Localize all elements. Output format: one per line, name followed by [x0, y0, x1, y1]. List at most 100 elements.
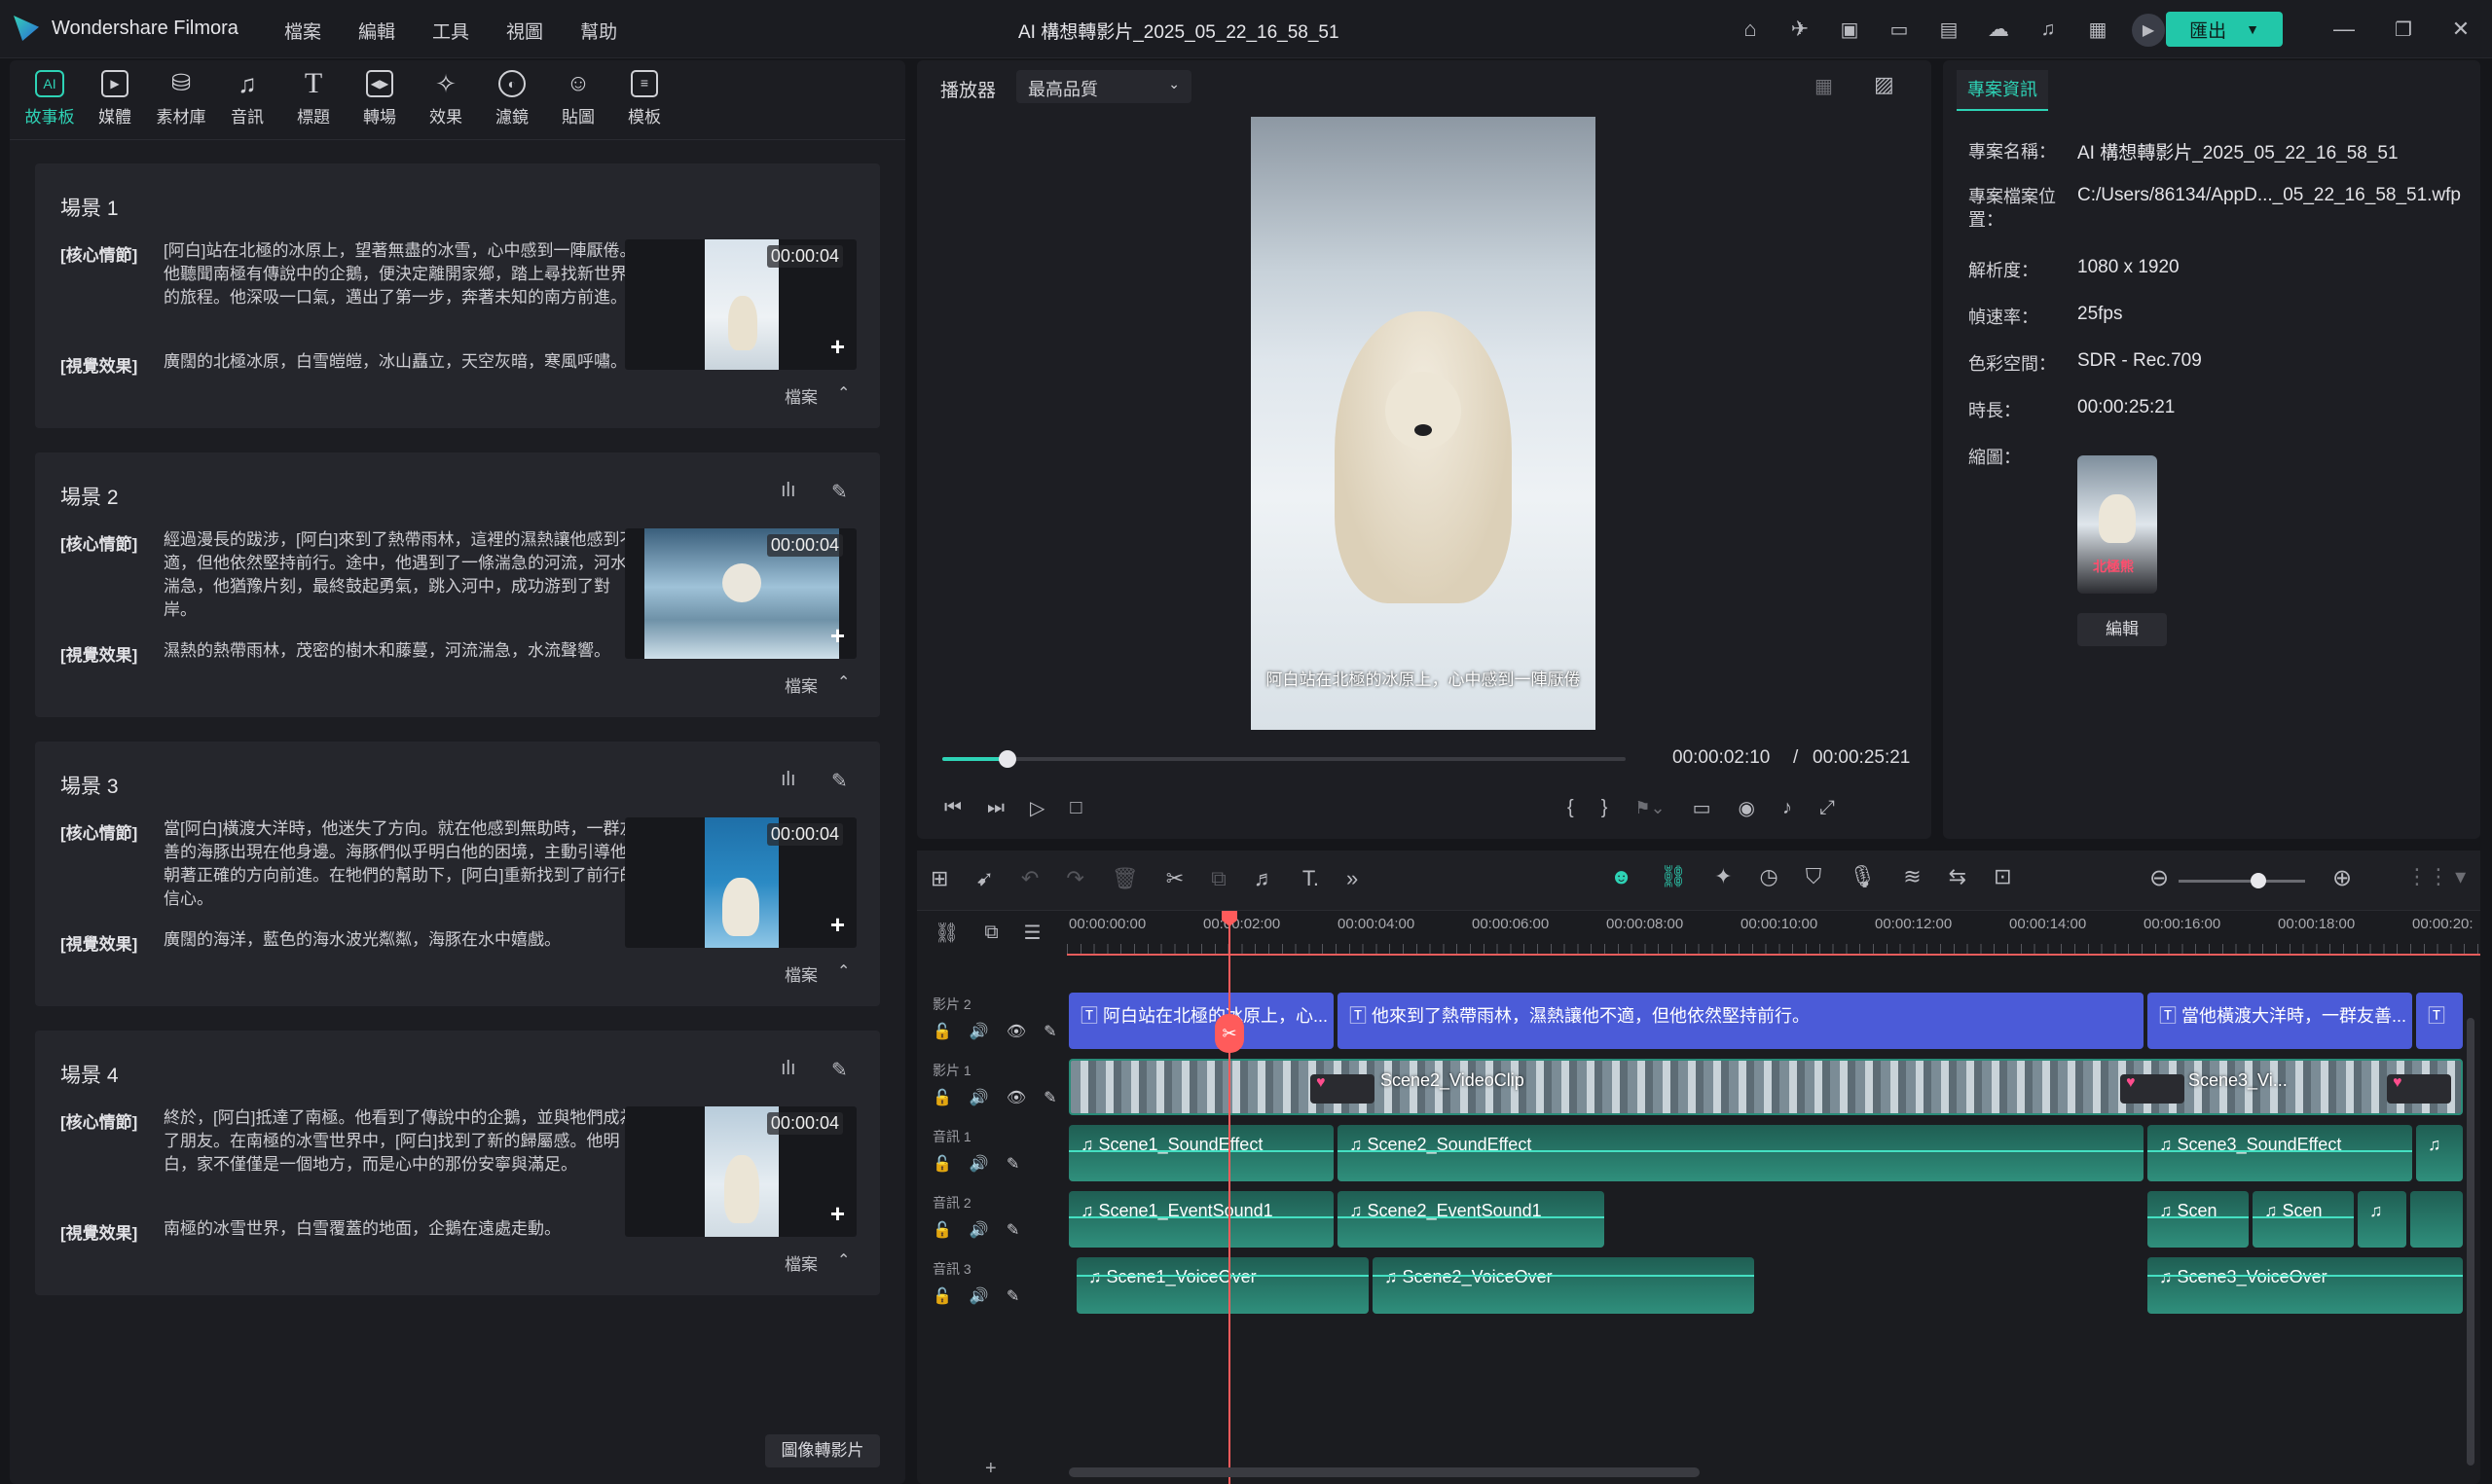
microphone-icon[interactable]: 🎙: [1849, 864, 1876, 889]
chevron-up-icon[interactable]: ⌃: [837, 383, 850, 403]
close-icon[interactable]: ✕: [2445, 14, 2476, 45]
tab-library[interactable]: ⛁ 素材庫: [148, 64, 214, 136]
audio-edit-icon[interactable]: ♬: [1254, 866, 1275, 891]
stop-icon[interactable]: □: [1070, 796, 1081, 820]
zoom-out-icon[interactable]: ⊖: [2149, 864, 2169, 892]
restore-icon[interactable]: ❐: [2388, 14, 2419, 45]
gift-icon[interactable]: ⌂: [1735, 14, 1766, 45]
menu-view[interactable]: 視圖: [506, 18, 543, 44]
speed-icon[interactable]: ◷: [1760, 864, 1778, 889]
visual-text[interactable]: 廣闊的海洋，藍色的海水波光粼粼，海豚在水中嬉戲。: [164, 928, 641, 952]
snapshot-icon[interactable]: ◉: [1739, 796, 1755, 820]
add-icon[interactable]: +: [830, 621, 845, 651]
menu-help[interactable]: 幫助: [580, 18, 617, 44]
playback-progress[interactable]: [942, 750, 1626, 768]
file-label[interactable]: 檔案: [785, 383, 818, 408]
project-thumbnail[interactable]: 北極熊: [2077, 455, 2157, 594]
edit-pencil-icon[interactable]: ✎: [831, 480, 848, 504]
tab-media[interactable]: ▶ 媒體: [82, 64, 148, 136]
marker-icon[interactable]: ⚑⌄: [1634, 796, 1665, 820]
tab-templates[interactable]: ≡ 模板: [611, 64, 678, 136]
waveform-icon[interactable]: ılı: [781, 1058, 796, 1080]
minimize-icon[interactable]: —: [2328, 14, 2360, 45]
delete-icon[interactable]: 🗑: [1112, 866, 1139, 891]
layout-options-icon[interactable]: ⋮⋮ ▾: [2406, 864, 2466, 889]
lock-icon[interactable]: 🔓: [933, 1154, 952, 1174]
tab-transitions[interactable]: ◀▶ 轉場: [347, 64, 413, 136]
text-tool-icon[interactable]: T.: [1302, 866, 1319, 891]
magic-wand-icon[interactable]: ✎: [1007, 1220, 1019, 1240]
title-clip[interactable]: 🅃 當他橫渡大洋時，一群友善...: [2147, 993, 2412, 1049]
quality-select[interactable]: 最高品質 ⌄: [1016, 70, 1191, 103]
video-preview[interactable]: 阿白站在北極的冰原上，心中感到一陣厭倦: [1251, 117, 1595, 730]
magic-wand-icon[interactable]: ✎: [1044, 1088, 1056, 1107]
audio-clip[interactable]: ♫ Scene1_EventSound1: [1069, 1191, 1334, 1248]
transition-marker-icon[interactable]: ♥: [2387, 1074, 2451, 1104]
scene-card-3[interactable]: 場景 3 ılı ✎ [核心情節] 當[阿白]橫渡大洋時，他迷失了方向。就在他感…: [35, 742, 880, 1006]
magic-wand-icon[interactable]: ✎: [1007, 1286, 1019, 1306]
visual-text[interactable]: 南極的冰雪世界，白雪覆蓋的地面，企鵝在遠處走動。: [164, 1217, 641, 1241]
play-icon[interactable]: ▷: [1030, 796, 1044, 820]
audio-clip[interactable]: ♫ Scene3_VoiceOver: [2147, 1257, 2463, 1314]
visual-text[interactable]: 濕熱的熱帶雨林，茂密的樹木和藤蔓，河流湍急，水流聲響。: [164, 639, 641, 663]
speaker-icon[interactable]: 🔊: [970, 1022, 989, 1041]
tab-stickers[interactable]: ☺ 貼圖: [545, 64, 611, 136]
select-tool-icon[interactable]: ➹: [975, 866, 993, 891]
scene-thumbnail[interactable]: 00:00:04 +: [625, 239, 857, 370]
file-label[interactable]: 檔案: [785, 672, 818, 697]
horizontal-scrollbar[interactable]: [1069, 1467, 1700, 1477]
zoom-handle[interactable]: [2251, 873, 2266, 888]
monitor-icon[interactable]: ▭: [1693, 796, 1711, 820]
audio-clip[interactable]: [2410, 1191, 2463, 1248]
tab-effects[interactable]: ✧ 效果: [413, 64, 479, 136]
mark-out-icon[interactable]: }: [1601, 796, 1608, 820]
chevron-up-icon[interactable]: ⌃: [837, 1250, 850, 1270]
menu-file[interactable]: 檔案: [284, 18, 321, 44]
core-text[interactable]: [阿白]站在北極的冰原上，望著無盡的冰雪，心中感到一陣厭倦。他聽聞南極有傳說中的…: [164, 239, 641, 309]
zoom-in-icon[interactable]: ⊕: [2332, 864, 2352, 892]
audio-clip[interactable]: ♫ Scen: [2147, 1191, 2249, 1248]
crop-icon[interactable]: ⧉: [1211, 866, 1227, 891]
scene-card-4[interactable]: 場景 4 ılı ✎ [核心情節] 終於，[阿白]抵達了南極。他看到了傳說中的企…: [35, 1031, 880, 1295]
audio-clip[interactable]: ♫ Scene2_SoundEffect: [1338, 1125, 2144, 1181]
add-icon[interactable]: +: [830, 910, 845, 940]
split-scissors-icon[interactable]: ✂: [1166, 866, 1184, 891]
grid-view-icon[interactable]: ▦: [1814, 74, 1833, 98]
lock-icon[interactable]: 🔓: [933, 1286, 952, 1306]
layout-icon[interactable]: ▭: [1884, 14, 1915, 45]
menu-edit[interactable]: 編輯: [358, 18, 395, 44]
title-clip[interactable]: 🅃 他來到了熱帶雨林，濕熱讓他不適，但他依然堅持前行。: [1338, 993, 2144, 1049]
prev-frame-icon[interactable]: ⏮: [944, 796, 962, 820]
visual-text[interactable]: 廣闊的北極冰原，白雪皚皚，冰山矗立，天空灰暗，寒風呼嘯。: [164, 350, 641, 374]
core-text[interactable]: 經過漫長的跋涉，[阿白]來到了熱帶雨林，這裡的濕熱讓他感到不適，但他依然堅持前行…: [164, 528, 641, 622]
magic-wand-icon[interactable]: ✎: [1044, 1022, 1056, 1041]
chevron-up-icon[interactable]: ⌃: [837, 961, 850, 981]
cloud-icon[interactable]: ☁: [1983, 14, 2014, 45]
ai-assist-icon[interactable]: ▣: [1834, 14, 1865, 45]
vertical-scrollbar[interactable]: [2467, 1018, 2474, 1466]
group-icon[interactable]: ⧉: [984, 921, 998, 945]
mark-in-icon[interactable]: {: [1567, 796, 1574, 820]
menu-tools[interactable]: 工具: [432, 18, 469, 44]
core-text[interactable]: 當[阿白]橫渡大洋時，他迷失了方向。就在他感到無助時，一群友善的海豚出現在他身邊…: [164, 817, 641, 911]
speaker-icon[interactable]: 🔊: [970, 1154, 989, 1174]
chevron-up-icon[interactable]: ⌃: [837, 672, 850, 692]
add-icon[interactable]: +: [830, 332, 845, 362]
video-clip[interactable]: Scene2_VideoClip Scene3_Vi... ♥ ♥ ♥: [1069, 1059, 2463, 1115]
auto-enhance-icon[interactable]: ✦: [1714, 864, 1732, 889]
avatar[interactable]: ▶: [2132, 14, 2165, 47]
audio-clip[interactable]: ♫ Scene3_SoundEffect: [2147, 1125, 2412, 1181]
send-icon[interactable]: ✈: [1784, 14, 1815, 45]
scene-card-1[interactable]: 場景 1 [核心情節] [阿白]站在北極的冰原上，望著無盡的冰雪，心中感到一陣厭…: [35, 163, 880, 428]
audio-clip[interactable]: ♫ Scene1_SoundEffect: [1069, 1125, 1334, 1181]
save-icon[interactable]: ▤: [1933, 14, 1964, 45]
add-icon[interactable]: +: [830, 1199, 845, 1229]
transition-marker-icon[interactable]: ♥: [2120, 1074, 2184, 1104]
audio-clip[interactable]: ♫ Scen: [2253, 1191, 2354, 1248]
progress-handle[interactable]: [998, 750, 1016, 768]
lock-icon[interactable]: 🔓: [933, 1220, 952, 1240]
zoom-slider[interactable]: [2179, 873, 2305, 888]
next-frame-icon[interactable]: ⏭: [987, 796, 1005, 820]
subtitle-overlay[interactable]: 阿白站在北極的冰原上，心中感到一陣厭倦: [1251, 666, 1595, 690]
scene-thumbnail[interactable]: 00:00:04 +: [625, 528, 857, 659]
